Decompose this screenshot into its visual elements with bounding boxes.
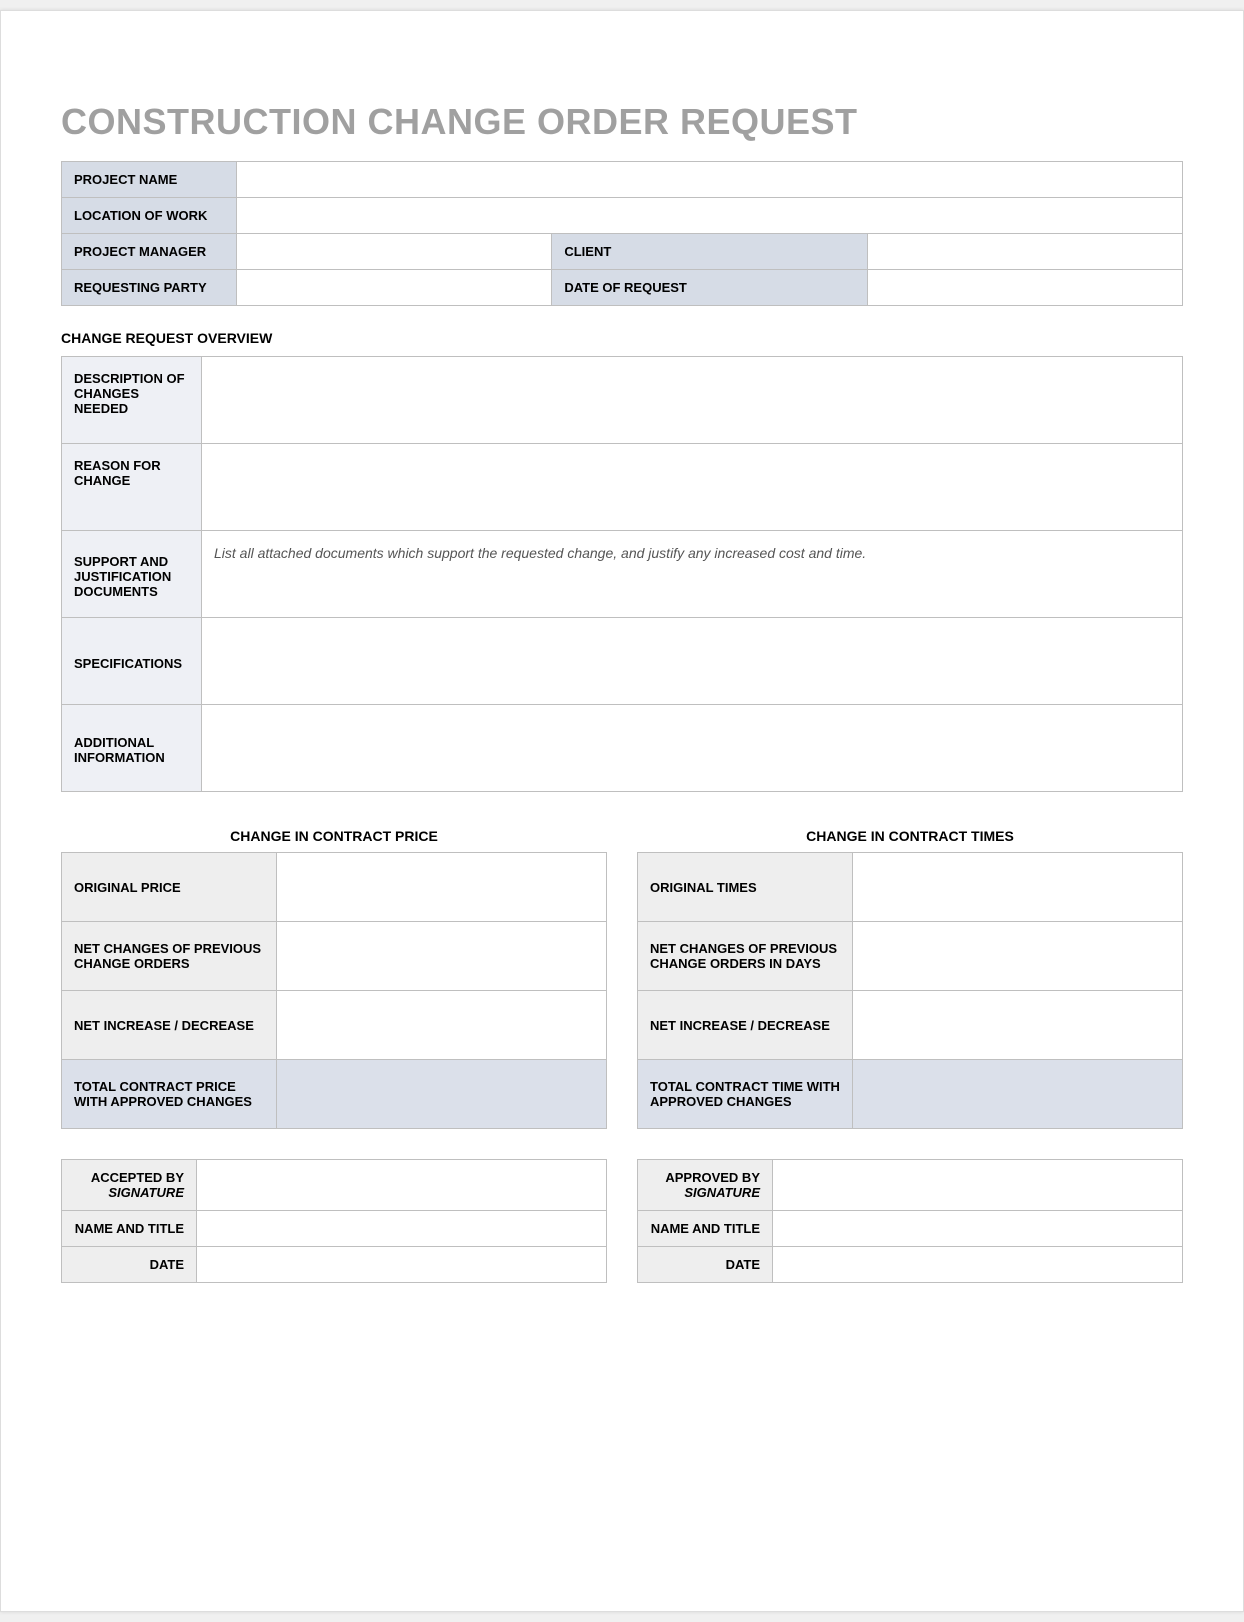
reason-label: REASON FOR CHANGE bbox=[62, 444, 202, 531]
accepted-signature-text: SIGNATURE bbox=[74, 1185, 184, 1200]
net-changes-times-field[interactable] bbox=[853, 922, 1183, 991]
accepted-sig-field[interactable] bbox=[197, 1160, 607, 1211]
total-price-field[interactable] bbox=[277, 1060, 607, 1129]
additional-label: ADDITIONAL INFORMATION bbox=[62, 705, 202, 792]
pm-label: PROJECT MANAGER bbox=[62, 234, 237, 270]
approved-by-text: APPROVED BY bbox=[665, 1170, 760, 1185]
requesting-party-field[interactable] bbox=[237, 270, 552, 306]
approved-table: APPROVED BY SIGNATURE NAME AND TITLE DAT… bbox=[637, 1159, 1183, 1283]
approved-date-field[interactable] bbox=[773, 1247, 1183, 1283]
reason-field[interactable] bbox=[202, 444, 1183, 531]
description-label: DESCRIPTION OF CHANGES NEEDED bbox=[62, 357, 202, 444]
description-field[interactable] bbox=[202, 357, 1183, 444]
additional-field[interactable] bbox=[202, 705, 1183, 792]
accepted-table: ACCEPTED BY SIGNATURE NAME AND TITLE DAT… bbox=[61, 1159, 607, 1283]
accepted-name-field[interactable] bbox=[197, 1211, 607, 1247]
net-inc-times-field[interactable] bbox=[853, 991, 1183, 1060]
times-table: ORIGINAL TIMES NET CHANGES OF PREVIOUS C… bbox=[637, 852, 1183, 1129]
location-field[interactable] bbox=[237, 198, 1183, 234]
document-page: CONSTRUCTION CHANGE ORDER REQUEST PROJEC… bbox=[0, 10, 1244, 1612]
approved-signature-text: SIGNATURE bbox=[650, 1185, 760, 1200]
specifications-field[interactable] bbox=[202, 618, 1183, 705]
client-field[interactable] bbox=[867, 234, 1182, 270]
page-title: CONSTRUCTION CHANGE ORDER REQUEST bbox=[61, 101, 1183, 143]
total-times-label: TOTAL CONTRACT TIME WITH APPROVED CHANGE… bbox=[638, 1060, 853, 1129]
pm-field[interactable] bbox=[237, 234, 552, 270]
accepted-date-field[interactable] bbox=[197, 1247, 607, 1283]
accepted-by-text: ACCEPTED BY bbox=[91, 1170, 184, 1185]
original-times-label: ORIGINAL TIMES bbox=[638, 853, 853, 922]
net-inc-times-label: NET INCREASE / DECREASE bbox=[638, 991, 853, 1060]
net-inc-price-label: NET INCREASE / DECREASE bbox=[62, 991, 277, 1060]
price-heading: CHANGE IN CONTRACT PRICE bbox=[61, 828, 607, 844]
approved-name-field[interactable] bbox=[773, 1211, 1183, 1247]
approved-sig-field[interactable] bbox=[773, 1160, 1183, 1211]
project-info-table: PROJECT NAME LOCATION OF WORK PROJECT MA… bbox=[61, 161, 1183, 306]
net-changes-price-label: NET CHANGES OF PREVIOUS CHANGE ORDERS bbox=[62, 922, 277, 991]
project-name-field[interactable] bbox=[237, 162, 1183, 198]
original-times-field[interactable] bbox=[853, 853, 1183, 922]
accepted-name-label: NAME AND TITLE bbox=[62, 1211, 197, 1247]
net-changes-times-label: NET CHANGES OF PREVIOUS CHANGE ORDERS IN… bbox=[638, 922, 853, 991]
approved-sig-label: APPROVED BY SIGNATURE bbox=[638, 1160, 773, 1211]
specifications-label: SPECIFICATIONS bbox=[62, 618, 202, 705]
overview-table: DESCRIPTION OF CHANGES NEEDED REASON FOR… bbox=[61, 356, 1183, 792]
requesting-party-label: REQUESTING PARTY bbox=[62, 270, 237, 306]
accepted-date-label: DATE bbox=[62, 1247, 197, 1283]
approved-date-label: DATE bbox=[638, 1247, 773, 1283]
support-hint: List all attached documents which suppor… bbox=[214, 545, 866, 561]
original-price-field[interactable] bbox=[277, 853, 607, 922]
accepted-sig-label: ACCEPTED BY SIGNATURE bbox=[62, 1160, 197, 1211]
support-field[interactable]: List all attached documents which suppor… bbox=[202, 531, 1183, 618]
net-inc-price-field[interactable] bbox=[277, 991, 607, 1060]
client-label: CLIENT bbox=[552, 234, 867, 270]
net-changes-price-field[interactable] bbox=[277, 922, 607, 991]
overview-heading: CHANGE REQUEST OVERVIEW bbox=[61, 330, 1183, 346]
times-heading: CHANGE IN CONTRACT TIMES bbox=[637, 828, 1183, 844]
support-label: SUPPORT AND JUSTIFICATION DOCUMENTS bbox=[62, 531, 202, 618]
project-name-label: PROJECT NAME bbox=[62, 162, 237, 198]
price-table: ORIGINAL PRICE NET CHANGES OF PREVIOUS C… bbox=[61, 852, 607, 1129]
total-price-label: TOTAL CONTRACT PRICE WITH APPROVED CHANG… bbox=[62, 1060, 277, 1129]
original-price-label: ORIGINAL PRICE bbox=[62, 853, 277, 922]
approved-name-label: NAME AND TITLE bbox=[638, 1211, 773, 1247]
location-label: LOCATION OF WORK bbox=[62, 198, 237, 234]
date-request-field[interactable] bbox=[867, 270, 1182, 306]
date-request-label: DATE OF REQUEST bbox=[552, 270, 867, 306]
total-times-field[interactable] bbox=[853, 1060, 1183, 1129]
